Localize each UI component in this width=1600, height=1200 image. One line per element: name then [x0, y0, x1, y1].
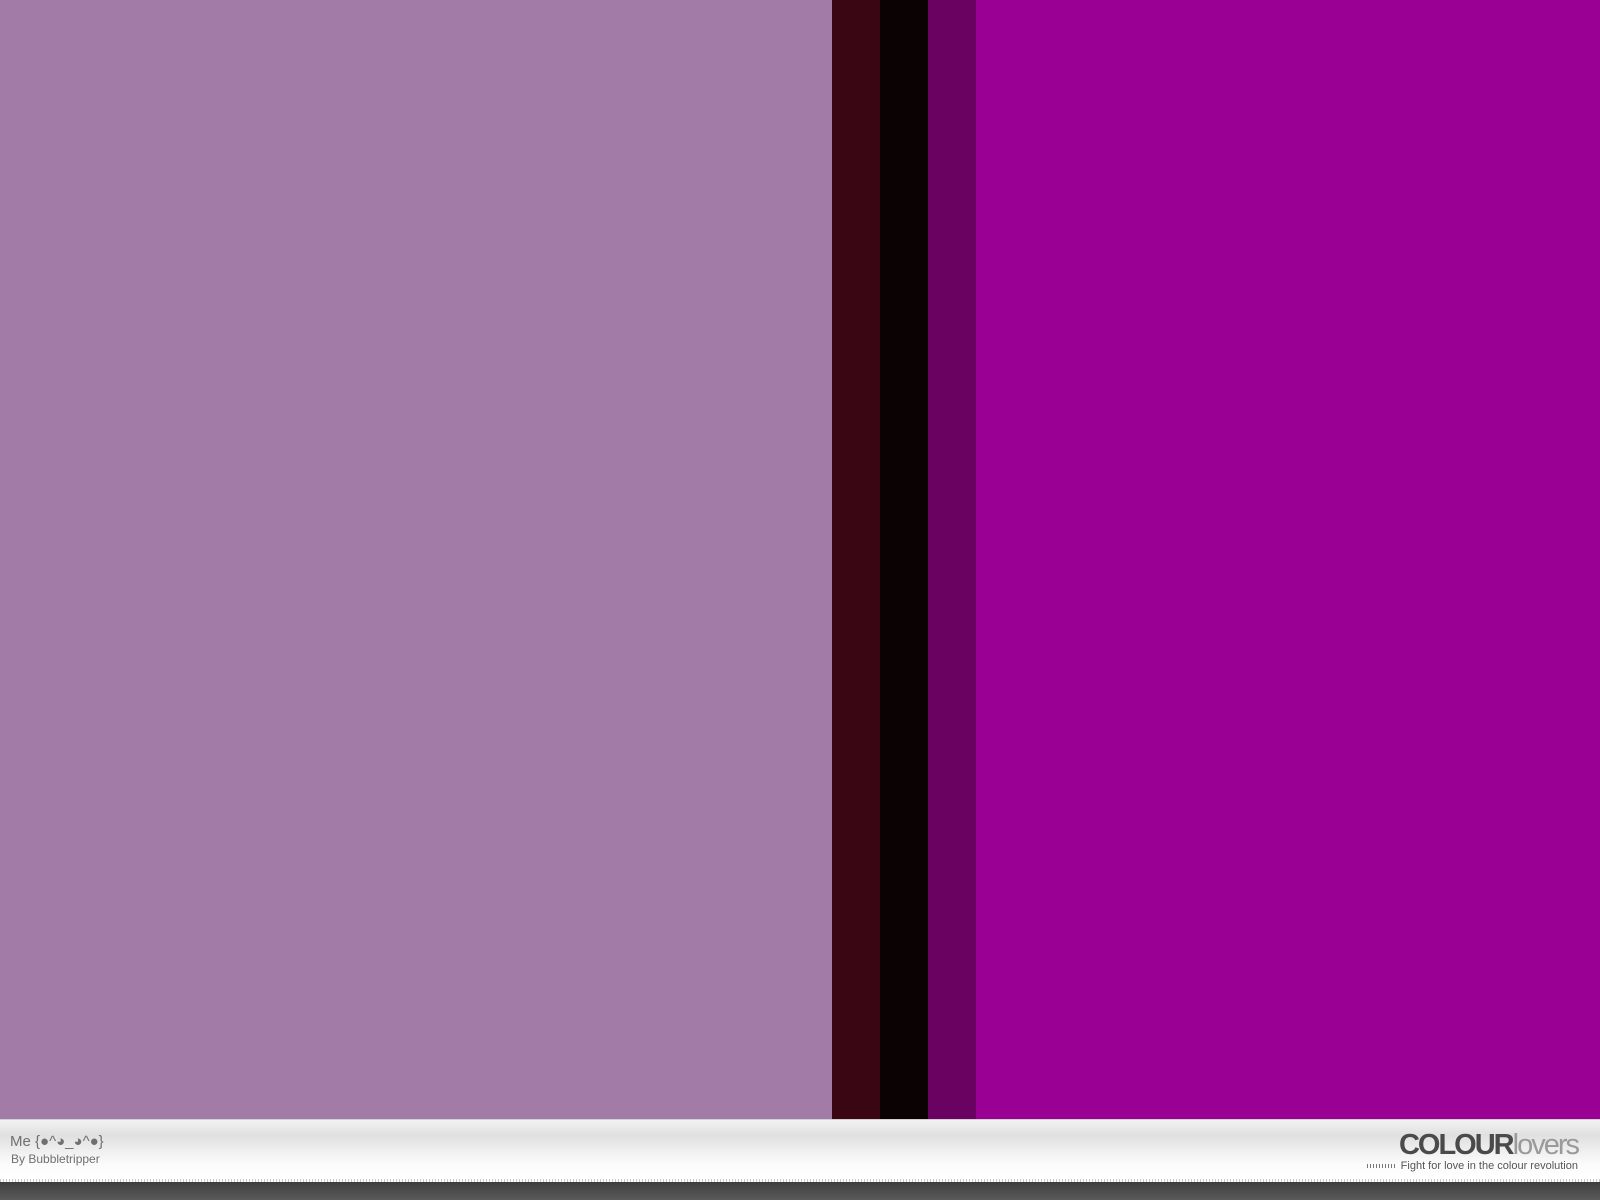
color-swatch-5[interactable] [975, 0, 1600, 1119]
color-swatch-3[interactable] [879, 0, 928, 1119]
tagline-text: Fight for love in the colour revolution [1400, 1160, 1578, 1172]
logo-light-text: lovers [1512, 1129, 1580, 1161]
color-swatch-1[interactable] [0, 0, 832, 1119]
logo-tagline: Fight for love in the colour revolution [1366, 1160, 1578, 1172]
palette-page: Me {●^◕_◕^●} By Bubbletripper COLOURlove… [0, 0, 1600, 1200]
dotted-line-icon [1366, 1164, 1397, 1169]
palette-footer: Me {●^◕_◕^●} By Bubbletripper COLOURlove… [0, 1119, 1600, 1182]
color-swatch-2[interactable] [831, 0, 880, 1119]
logo-wordmark: COLOURlovers [1367, 1129, 1580, 1161]
logo-bold-text: COLOUR [1398, 1129, 1515, 1161]
palette-author: By Bubbletripper [11, 1152, 100, 1166]
color-swatch-4[interactable] [927, 0, 976, 1119]
color-palette [0, 0, 1600, 1119]
colourlovers-logo[interactable]: COLOURlovers Fight for love in the colou… [1366, 1129, 1580, 1172]
bottom-bar [0, 1182, 1600, 1200]
palette-title: Me {●^◕_◕^●} [10, 1133, 104, 1150]
